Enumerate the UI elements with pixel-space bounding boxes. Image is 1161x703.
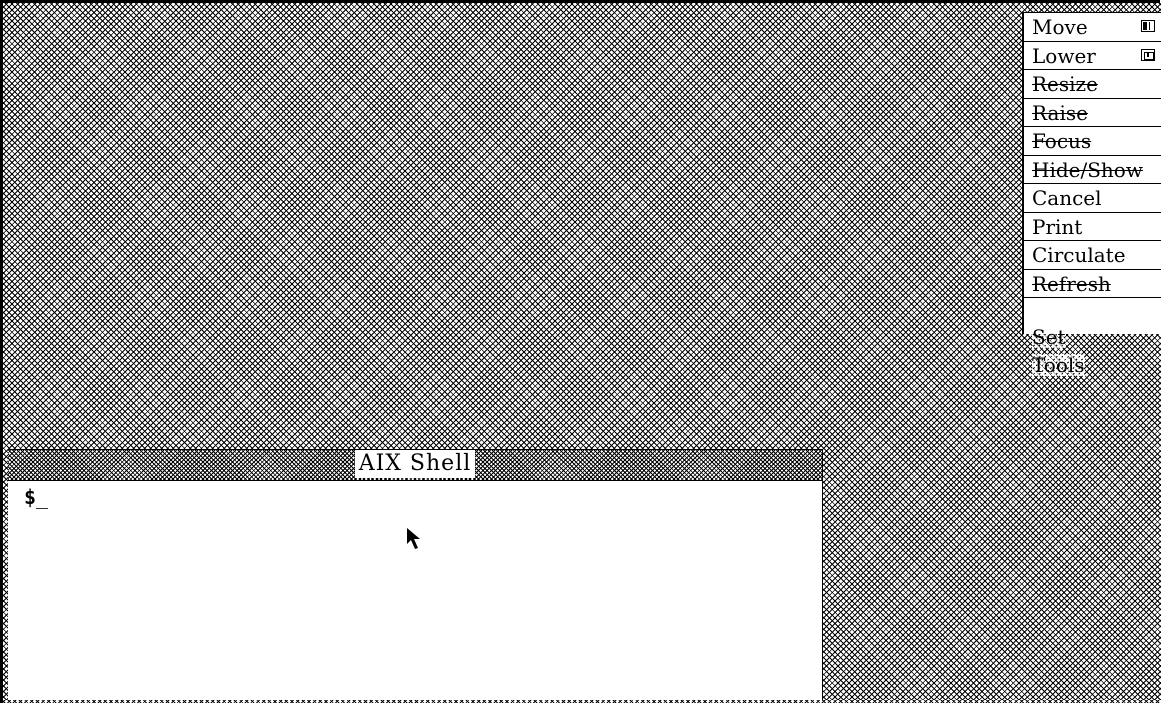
menu-item-label: Lower [1032, 43, 1096, 68]
menu-item-print[interactable]: Print [1024, 213, 1161, 241]
menu-item-hide-show[interactable]: Hide/Show [1024, 156, 1161, 184]
window-manager-menu: Move Lower Resize Raise Focus Hide/Show … [1022, 12, 1161, 334]
menu-item-label: Raise [1032, 100, 1088, 125]
set-label[interactable]: Set [1032, 326, 1066, 348]
menu-item-label: Refresh [1032, 271, 1111, 296]
tools-label[interactable]: Tools [1032, 354, 1085, 376]
prompt-symbol: $ [24, 485, 37, 509]
menu-item-resize[interactable]: Resize [1024, 70, 1161, 99]
menu-item-circulate[interactable]: Circulate [1024, 241, 1161, 270]
menu-item-raise[interactable]: Raise [1024, 99, 1161, 127]
shell-title: AIX Shell [354, 450, 476, 478]
menu-item-label: Focus [1032, 129, 1092, 153]
menu-item-cancel[interactable]: Cancel [1024, 184, 1161, 213]
menu-item-label: Hide/Show [1032, 157, 1143, 182]
arrow-cursor-icon [407, 528, 420, 549]
menu-item-refresh[interactable]: Refresh [1024, 270, 1161, 298]
menu-item-label: Move [1032, 15, 1088, 39]
menu-item-lower[interactable]: Lower [1024, 42, 1161, 70]
shell-prompt: $_ [24, 485, 48, 509]
lower-mini-icon [1141, 48, 1155, 61]
menu-item-label: Resize [1032, 72, 1098, 96]
shell-terminal-area[interactable]: $_ [8, 481, 822, 699]
menu-item-focus[interactable]: Focus [1024, 127, 1161, 156]
menu-item-label: Cancel [1032, 186, 1102, 210]
menu-item-move[interactable]: Move [1024, 13, 1161, 42]
menu-item-label: Print [1032, 214, 1083, 239]
move-mini-icon [1141, 20, 1155, 32]
shell-title-bar[interactable]: AIX Shell [8, 449, 822, 481]
text-cursor: _ [36, 485, 49, 509]
shell-window[interactable]: AIX Shell $_ [8, 449, 823, 700]
menu-item-label: Circulate [1032, 243, 1126, 267]
